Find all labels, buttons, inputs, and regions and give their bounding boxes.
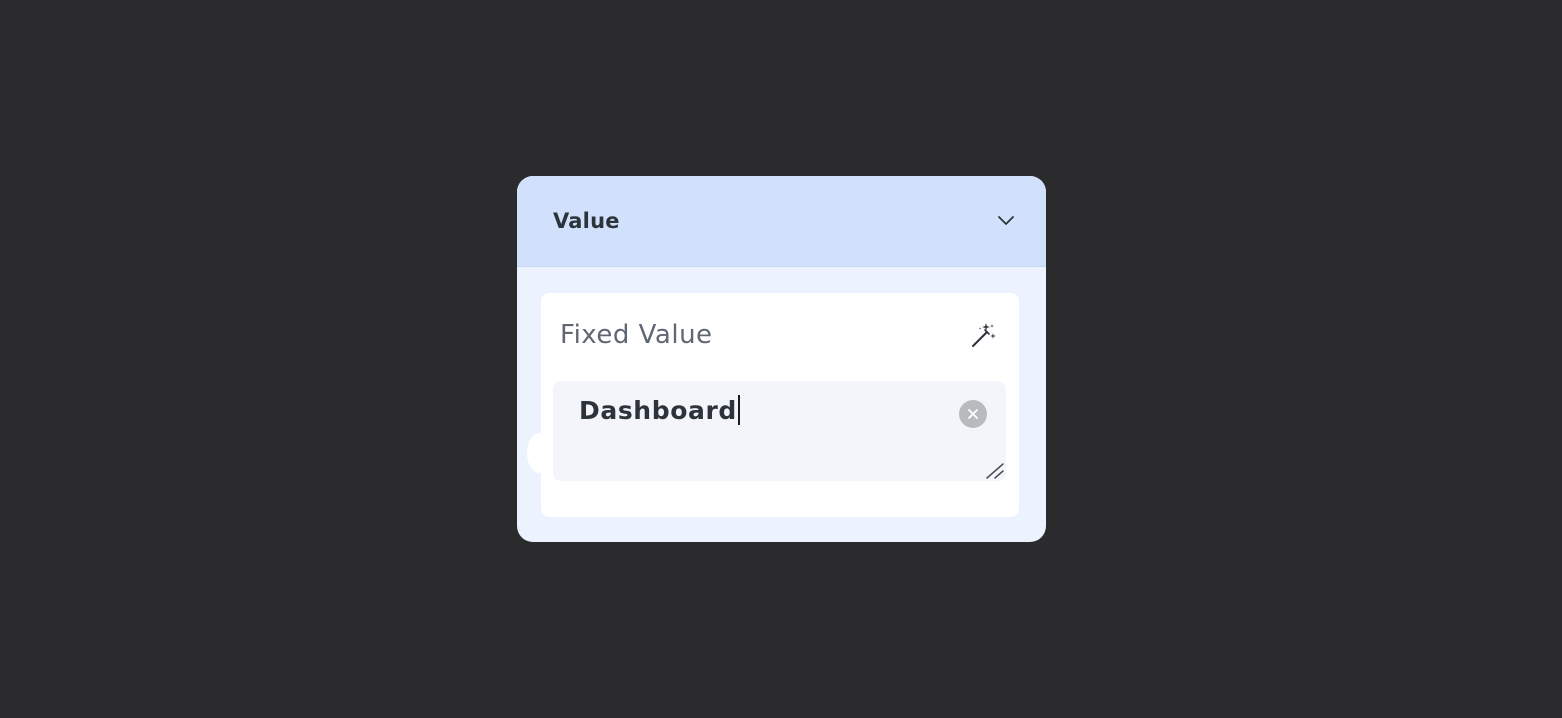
panel-header[interactable]: Value — [517, 176, 1046, 267]
panel-title: Value — [553, 209, 620, 233]
value-text: Dashboard — [579, 395, 737, 425]
magic-wand-icon[interactable] — [968, 319, 1000, 351]
fixed-value-label: Fixed Value — [560, 320, 713, 350]
fixed-value-card: Fixed Value Dashboard — [527, 293, 1019, 517]
text-caret — [737, 395, 740, 425]
value-textarea[interactable]: Dashboard — [553, 381, 1006, 481]
value-text-wrapper: Dashboard — [579, 395, 740, 425]
clear-icon[interactable] — [959, 400, 987, 428]
connector-handle[interactable] — [527, 433, 551, 473]
value-panel: Value Fixed Value Dashboard — [517, 176, 1046, 542]
card-header: Fixed Value — [560, 315, 1000, 355]
chevron-down-icon[interactable] — [996, 211, 1016, 231]
resize-handle-icon[interactable] — [986, 461, 1004, 479]
